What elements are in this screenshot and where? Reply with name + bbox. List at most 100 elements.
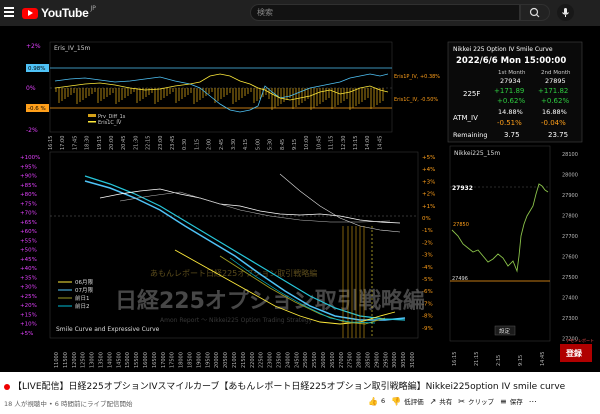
row-remaining-v2: 23.75	[548, 131, 568, 139]
strike-tick: 22000	[250, 352, 256, 368]
smile-left-tick: +25%	[20, 294, 37, 300]
strike-tick: 25500	[312, 352, 318, 368]
time-tick: 17:00	[60, 136, 66, 150]
time-tick: 8:45	[280, 139, 286, 150]
search-input[interactable]: 検索	[250, 4, 520, 21]
scissors-icon: ✂	[458, 396, 465, 406]
smile-left-tick: +75%	[20, 201, 37, 207]
row-atm-v2: 16.88%	[542, 108, 567, 116]
n225-settings-label: 設定	[499, 327, 511, 335]
n225-last: 27932	[452, 185, 473, 192]
n225-price-axis: 28100 28000 27900 27800 27700 27600 27500 27400…	[562, 152, 578, 343]
iv-put-label: Eris1P_IV, +0.38%	[394, 74, 440, 80]
time-tick: 18:30	[85, 136, 91, 150]
time-tick: 5:00	[255, 139, 261, 150]
dislike-button[interactable]: 👎 低評価	[391, 396, 423, 407]
strike-tick: 20000	[214, 352, 220, 368]
info-col2: 2nd Month	[541, 70, 571, 76]
n225-time-axis: 16:15 21:15 2:15 9:15 14:45	[452, 352, 546, 366]
time-tick: 10:00	[304, 136, 310, 150]
watermark-line1: あもんレポート日経225オプション取引戦略編	[150, 268, 317, 278]
time-tick: 1:15	[194, 139, 200, 150]
smile-left-tick: +5%	[20, 331, 33, 337]
iv-time-axis: 16:15 17:00 17:45 18:30 19:15 20:00 20:45 21:30…	[48, 136, 383, 150]
row-atm-v1: 14.88%	[498, 108, 523, 116]
n225-time-tick: 21:15	[474, 352, 480, 366]
smile-legend-4: 前日2	[75, 302, 90, 310]
search-button[interactable]	[520, 4, 550, 21]
iv-chart-label: Eris_IV_15m	[54, 45, 91, 52]
strike-tick: 12500	[81, 352, 87, 368]
smile-right-tick: -4%	[422, 265, 433, 271]
share-button[interactable]: ↗ 共有	[430, 396, 453, 407]
smile-left-tick: +20%	[20, 303, 37, 309]
menu-icon[interactable]	[4, 7, 14, 18]
strike-tick: 23500	[277, 352, 283, 368]
smile-right-tick: -5%	[422, 277, 433, 283]
live-indicator-icon	[4, 383, 10, 390]
more-button[interactable]: ⋯	[529, 397, 537, 406]
youtube-logo[interactable]: YouTube JP	[22, 5, 96, 20]
time-tick: 14:45	[377, 136, 383, 150]
n225-time-tick: 2:15	[496, 355, 502, 366]
clip-button[interactable]: ✂ クリップ	[458, 396, 494, 407]
time-tick: 16:15	[48, 136, 54, 150]
strike-tick: 15500	[134, 352, 140, 368]
smile-left-tick: +80%	[20, 192, 37, 198]
smile-left-tick: +15%	[20, 312, 37, 318]
n225-high: 27850	[453, 222, 469, 228]
iv-call-label: Eris1C_IV, -0.50%	[394, 97, 438, 103]
smile-legend-3: 前日1	[75, 294, 90, 302]
strike-tick: 30000	[392, 352, 398, 368]
strike-tick: 13500	[99, 352, 105, 368]
smile-right-tick: -2%	[422, 240, 433, 246]
strike-tick: 28000	[357, 352, 363, 368]
strike-tick: 29500	[383, 352, 389, 368]
row-remaining-label: Remaining	[453, 131, 488, 139]
time-tick: 20:00	[109, 136, 115, 150]
time-tick: 2:00	[207, 139, 213, 150]
smile-left-tick: +60%	[20, 229, 37, 235]
smile-left-axis: +100% +95% +90% +85% +80% +75% +70% +65% +60% +55…	[20, 155, 40, 337]
legend-swatch-2	[88, 121, 96, 123]
strike-tick: 16500	[152, 352, 158, 368]
smile-left-tick: +55%	[20, 238, 37, 244]
save-icon: ≡	[499, 396, 507, 406]
video-player[interactable]: Eris_IV_15m +2% 0% -2% 0.98% -0.6 % Eris…	[0, 26, 600, 372]
row-atm-c1: -0.51%	[497, 119, 522, 127]
thumbs-up-icon: 👍	[368, 396, 378, 406]
region-code: JP	[90, 5, 96, 12]
smile-legend-2: 07月限	[75, 286, 93, 294]
search-icon	[529, 7, 540, 18]
save-button[interactable]: ≡ 保存	[499, 396, 523, 407]
smile-chart-label: Smile Curve and Expressive Curve	[56, 326, 160, 333]
strike-tick: 11000	[54, 352, 60, 368]
strike-tick: 22500	[259, 352, 265, 368]
time-tick: 11:15	[329, 136, 335, 150]
row-atm-c2: -0.04%	[541, 119, 566, 127]
n225-price-tick: 27300	[562, 316, 578, 322]
strike-tick: 25000	[303, 352, 309, 368]
time-tick: 20:45	[121, 136, 127, 150]
strike-tick: 14500	[116, 352, 122, 368]
iv-tag-top: 0.98%	[28, 66, 45, 72]
video-meta: 18 人が視聴中 • 6 時間前にライブ配信開始	[4, 400, 133, 408]
smile-right-tick: 0%	[422, 216, 431, 222]
strike-tick: 11500	[63, 352, 69, 368]
voice-search-button[interactable]	[557, 4, 574, 21]
time-tick: 3:30	[231, 139, 237, 150]
smile-left-tick: +65%	[20, 220, 37, 226]
brand-small: アモンレポート	[566, 337, 594, 343]
smile-left-tick: +10%	[20, 322, 37, 328]
row-225f-p2: +0.62%	[541, 97, 569, 105]
strike-tick: 24000	[285, 352, 291, 368]
save-label: 保存	[509, 398, 523, 406]
strike-tick: 20500	[223, 352, 229, 368]
time-tick: 14:00	[365, 136, 371, 150]
time-tick: 13:15	[353, 136, 359, 150]
like-button[interactable]: 👍 6	[368, 397, 385, 406]
strike-tick: 12000	[72, 352, 78, 368]
strike-tick: 28500	[366, 352, 372, 368]
smile-right-tick: +4%	[422, 167, 435, 173]
n225-price-tick: 27400	[562, 296, 578, 302]
